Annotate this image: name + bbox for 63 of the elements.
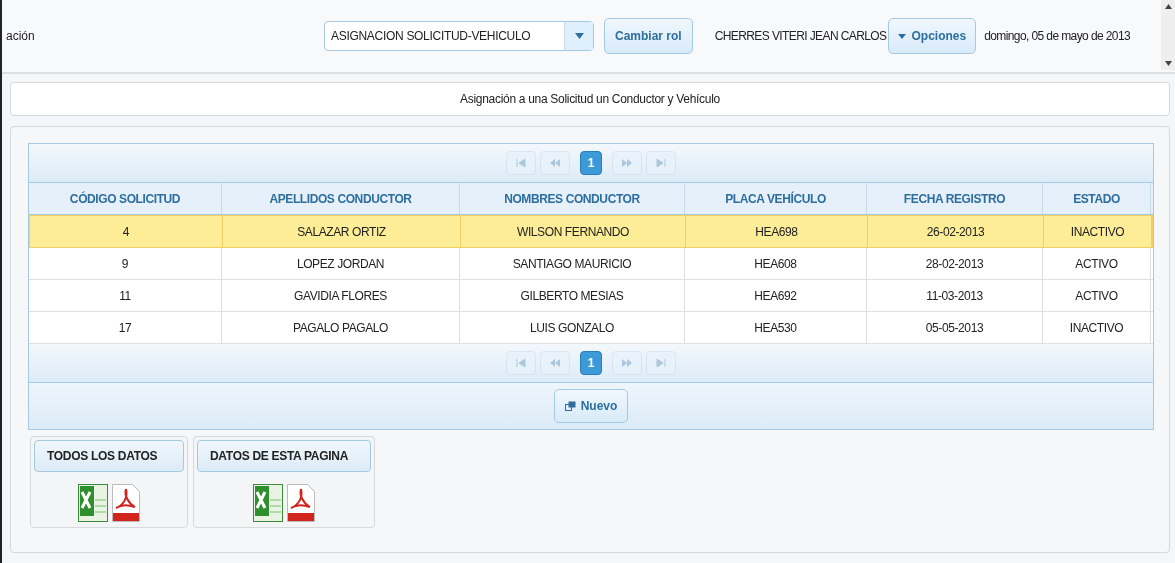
table-cell: 11-03-2013 (867, 280, 1043, 311)
skip-back-icon (516, 159, 526, 167)
table-cell: GAVIDIA FLORES (222, 280, 460, 311)
export-title: DATOS DE ESTA PAGINA (210, 449, 348, 463)
fast-forward-icon (622, 359, 632, 367)
column-header[interactable]: PLACA VEHÍCULO (685, 183, 867, 214)
column-header[interactable]: FECHA REGISTRO (867, 183, 1043, 214)
table-cell: HEA530 (685, 312, 867, 343)
skip-back-icon (516, 359, 526, 367)
table-cell: LUIS GONZALO (460, 312, 685, 343)
table-cell: 9 (29, 248, 222, 279)
date-label: domingo, 05 de mayo de 2013 (984, 29, 1131, 43)
scroll-up-icon[interactable] (1164, 4, 1172, 9)
table-cell: ACTIVO (1043, 280, 1151, 311)
table-cell: INACTIVO (1044, 216, 1152, 247)
table-cell: INACTIVO (1043, 312, 1151, 343)
table-cell: LOPEZ JORDAN (222, 248, 460, 279)
scroll-down-icon[interactable] (1164, 61, 1172, 66)
column-header[interactable]: APELLIDOS CONDUCTOR (222, 183, 460, 214)
table-cell: PAGALO PAGALO (222, 312, 460, 343)
table-cell: SALAZAR ORTIZ (223, 216, 461, 247)
windows-icon (564, 401, 576, 411)
column-header[interactable]: CÓDIGO SOLICITUD (29, 183, 222, 214)
table-cell: HEA608 (685, 248, 867, 279)
table-cell: 17 (29, 312, 222, 343)
page-number-button[interactable]: 1 (580, 151, 602, 175)
export-title: TODOS LOS DATOS (47, 449, 158, 463)
caret-icon (898, 33, 907, 39)
table-cell: 4 (30, 216, 223, 247)
spreadsheet-icon[interactable] (253, 484, 283, 522)
fast-forward-icon (622, 159, 632, 167)
module-title: ación (6, 29, 36, 43)
table-row[interactable]: 4 SALAZAR ORTIZ WILSON FERNANDO HEA698 26-02-2013 INACTIVO (29, 215, 1153, 248)
role-select[interactable]: ASIGNACION SOLICITUD-VEHICULO (324, 21, 594, 51)
scrollbar[interactable] (1161, 0, 1175, 70)
column-header[interactable]: ESTADO (1043, 183, 1151, 214)
table-cell: SANTIAGO MAURICIO (460, 248, 685, 279)
dropdown-arrow-icon (574, 33, 584, 39)
page-number-button[interactable]: 1 (580, 351, 602, 375)
options-button[interactable]: Opciones (888, 18, 977, 54)
table-row[interactable]: 9 LOPEZ JORDAN SANTIAGO MAURICIO HEA608 28-02-2013 ACTIVO (29, 248, 1153, 280)
table-cell: 26-02-2013 (868, 216, 1044, 247)
skip-forward-icon (656, 159, 666, 167)
table-cell: 11 (29, 280, 222, 311)
table-cell: HEA698 (686, 216, 868, 247)
pdf-icon[interactable] (287, 484, 315, 522)
skip-forward-icon (656, 359, 666, 367)
change-role-button[interactable]: Cambiar rol (604, 18, 693, 54)
table-cell: GILBERTO MESIAS (460, 280, 685, 311)
table-row[interactable]: 11 GAVIDIA FLORES GILBERTO MESIAS HEA692 11-03-2013 ACTIVO (29, 280, 1153, 312)
table-cell: 05-05-2013 (867, 312, 1043, 343)
spreadsheet-icon[interactable] (78, 484, 108, 522)
table-cell: WILSON FERNANDO (461, 216, 686, 247)
rewind-icon (550, 159, 560, 167)
rewind-icon (550, 359, 560, 367)
table-cell: ACTIVO (1043, 248, 1151, 279)
page-title: Asignación a una Solicitud un Conductor y Vehículo (460, 92, 720, 106)
pdf-icon[interactable] (112, 484, 140, 522)
new-button[interactable]: Nuevo (553, 389, 629, 423)
table-cell: 28-02-2013 (867, 248, 1043, 279)
user-name: CHERRES VITERI JEAN CARLOS (714, 29, 887, 43)
table-cell: HEA692 (685, 280, 867, 311)
column-header[interactable]: NOMBRES CONDUCTOR (460, 183, 685, 214)
